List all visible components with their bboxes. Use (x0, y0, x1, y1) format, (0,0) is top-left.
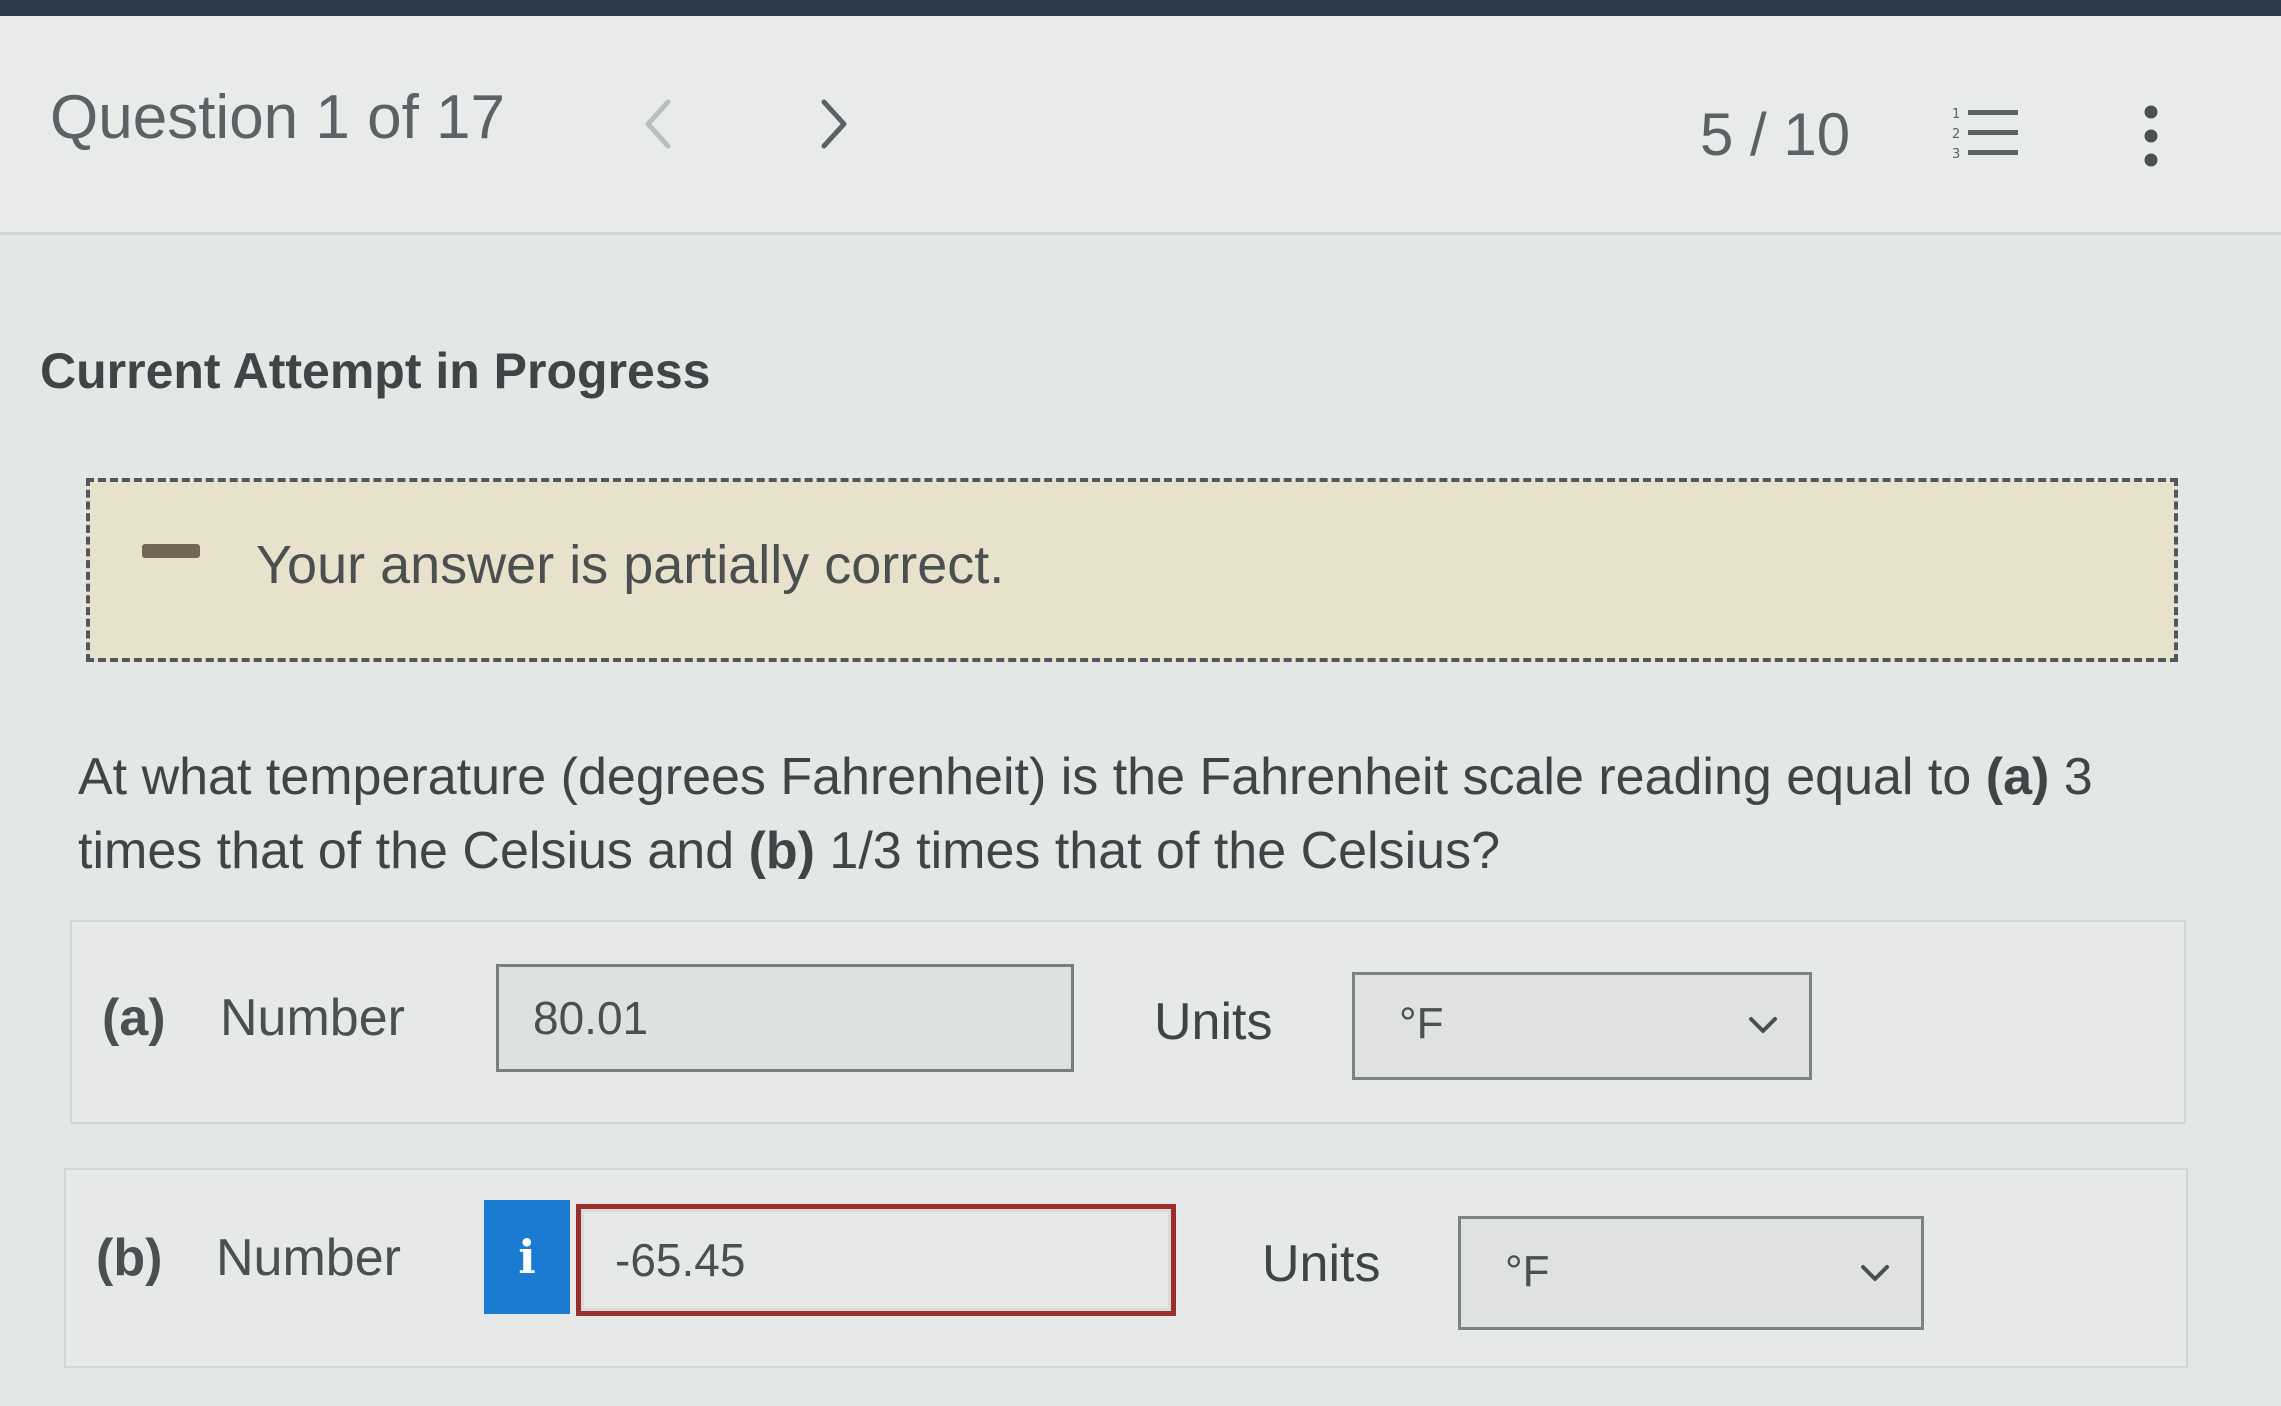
chevron-down-icon (1749, 1017, 1777, 1033)
units-select-b-value: °F (1505, 1247, 1550, 1296)
svg-text:1: 1 (1952, 107, 1960, 122)
number-label-a: Number (220, 989, 405, 1047)
feedback-message: Your answer is partially correct. (256, 535, 1005, 595)
question-header: Question 1 of 17 5 / 10 1 2 3 (0, 0, 2281, 235)
question-suffix: 1/3 times that of the Celsius? (814, 822, 1500, 880)
chevron-left-icon[interactable] (640, 96, 676, 152)
units-select-a[interactable]: °F (1352, 972, 1812, 1080)
score-display: 5 / 10 (1700, 101, 1851, 168)
attempt-status-heading: Current Attempt in Progress (40, 343, 711, 399)
answer-row-b: (b) Number i Units °F (64, 1168, 2188, 1368)
units-label-b: Units (1262, 1235, 1381, 1293)
question-prompt: At what temperature (degrees Fahrenheit)… (78, 740, 2188, 888)
numbered-list-icon[interactable]: 1 2 3 (1950, 104, 2026, 164)
question-prefix: At what temperature (degrees Fahrenheit)… (78, 748, 1986, 806)
question-part-a-marker: (a) (1985, 748, 2050, 806)
window-top-edge (0, 0, 2281, 16)
svg-text:3: 3 (1952, 147, 1960, 162)
feedback-banner: Your answer is partially correct. (86, 478, 2178, 662)
number-input-a[interactable] (496, 964, 1074, 1072)
vertical-ellipsis-icon[interactable] (2136, 104, 2166, 168)
units-select-b[interactable]: °F (1458, 1216, 1924, 1330)
partial-correct-dash-icon (142, 544, 200, 558)
units-select-a-value: °F (1399, 999, 1444, 1048)
svg-text:2: 2 (1952, 127, 1960, 142)
part-label-a: (a) (102, 989, 166, 1047)
info-icon[interactable]: i (484, 1200, 570, 1314)
part-label-b: (b) (96, 1229, 163, 1287)
number-label-b: Number (216, 1229, 401, 1287)
question-part-b-marker: (b) (748, 822, 815, 880)
number-input-b[interactable] (576, 1204, 1176, 1316)
answer-row-a: (a) Number Units °F (70, 920, 2186, 1124)
units-label-a: Units (1154, 993, 1273, 1051)
question-counter: Question 1 of 17 (50, 83, 505, 152)
chevron-down-icon (1861, 1265, 1889, 1281)
chevron-right-icon[interactable] (816, 96, 852, 152)
